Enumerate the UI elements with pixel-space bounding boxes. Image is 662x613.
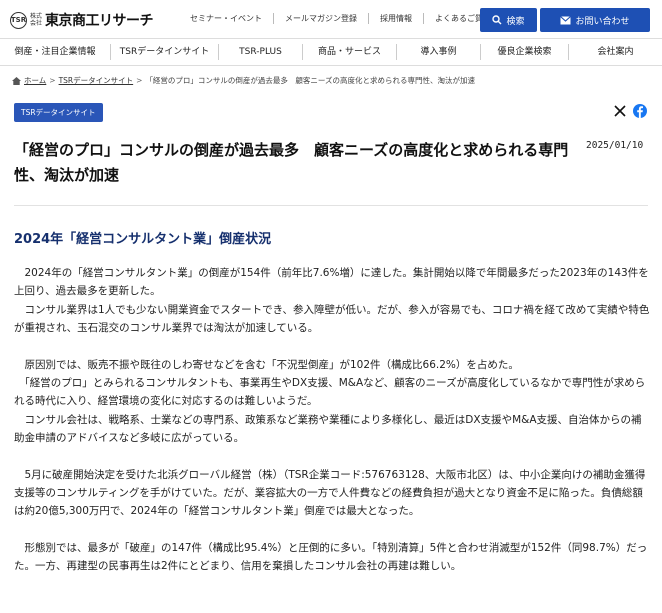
paragraph: 5月に破産開始決定を受けた北浜グローバル経営（株）（TSR企業コード:57676… xyxy=(14,468,646,518)
paragraph: 2024年の「経営コンサルタント業」の倒産が154件（前年比7.6%増）に達した… xyxy=(14,267,649,298)
breadcrumb-home[interactable]: ホーム xyxy=(24,75,46,86)
facebook-share-icon[interactable] xyxy=(633,104,647,118)
category-tag[interactable]: TSRデータインサイト xyxy=(14,103,103,122)
nav-item-products[interactable]: 商品・サービス xyxy=(302,44,396,60)
divider xyxy=(14,205,648,206)
article-body: 2024年の「経営コンサルタント業」の倒産が154件（前年比7.6%増）に達した… xyxy=(14,264,650,576)
search-button-label: 検索 xyxy=(506,16,525,27)
site-logo[interactable]: TSR 株式会社 東京商工リサーチ xyxy=(10,11,154,29)
nav-item-data-insight[interactable]: TSRデータインサイト xyxy=(110,44,218,60)
paragraph: 形態別では、最多が「破産」の147件（構成比95.4%）と圧倒的に多い。「特別清… xyxy=(14,541,648,573)
logo-text: 東京商工リサーチ xyxy=(45,13,154,29)
breadcrumb-current: 「経営のプロ」コンサルの倒産が過去最多 顧客ニーズの高度化と求められる専門性、淘… xyxy=(145,76,476,85)
x-share-icon[interactable] xyxy=(614,105,626,117)
nav-item-tsr-plus[interactable]: TSR-PLUS xyxy=(218,44,302,60)
paragraph: 原因別では、販売不振や既往のしわ寄せなどを含む「不況型倒産」が102件（構成比6… xyxy=(14,358,519,371)
article-title: 「経営のプロ」コンサルの倒産が過去最多 顧客ニーズの高度化と求められる専門性、淘… xyxy=(14,141,569,184)
contact-button[interactable]: お問い合わせ xyxy=(540,8,650,32)
link-newsletter[interactable]: メールマガジン登録 xyxy=(273,13,368,24)
top-header: TSR 株式会社 東京商工リサーチ セミナー・イベント メールマガジン登録 採用… xyxy=(0,0,662,38)
logo-company-type: 株式会社 xyxy=(30,13,43,27)
breadcrumb-separator: > xyxy=(136,76,143,85)
article-date: 2025/01/10 xyxy=(586,140,644,151)
nav-item-about[interactable]: 会社案内 xyxy=(568,44,662,60)
nav-item-company-search[interactable]: 優良企業検索 xyxy=(480,44,568,60)
contact-button-label: お問い合わせ xyxy=(575,16,630,27)
section-heading: 2024年「経営コンサルタント業」倒産状況 xyxy=(14,232,272,247)
nav-item-bankruptcy[interactable]: 倒産・注目企業情報 xyxy=(0,44,110,60)
search-icon xyxy=(492,15,502,25)
paragraph: 「経営のプロ」とみられるコンサルタントも、事業再生やDX支援、M&Aなど、顧客の… xyxy=(14,377,646,408)
home-icon xyxy=(12,76,21,85)
link-recruit[interactable]: 採用情報 xyxy=(368,13,423,24)
nav-item-case-studies[interactable]: 導入事例 xyxy=(396,44,480,60)
link-seminar[interactable]: セミナー・イベント xyxy=(190,13,273,24)
breadcrumb-separator: > xyxy=(49,76,56,85)
logo-mark-icon: TSR xyxy=(10,11,27,29)
utility-links: セミナー・イベント メールマガジン登録 採用情報 よくあるご質問 xyxy=(190,13,502,24)
breadcrumb-section[interactable]: TSRデータインサイト xyxy=(59,75,134,86)
breadcrumb: ホーム > TSRデータインサイト > 「経営のプロ」コンサルの倒産が過去最多 … xyxy=(12,75,475,86)
search-button[interactable]: 検索 xyxy=(480,8,537,32)
mail-icon xyxy=(560,15,572,24)
paragraph: コンサル会社は、戦略系、士業などの専門系、政策系など業務や業種により多様化し、最… xyxy=(14,413,642,445)
paragraph: コンサル業界は1人でも少ない開業資金でスタートでき、参入障壁が低い。だが、参入が… xyxy=(14,303,650,335)
global-nav: 倒産・注目企業情報 TSRデータインサイト TSR-PLUS 商品・サービス 導… xyxy=(0,38,662,66)
